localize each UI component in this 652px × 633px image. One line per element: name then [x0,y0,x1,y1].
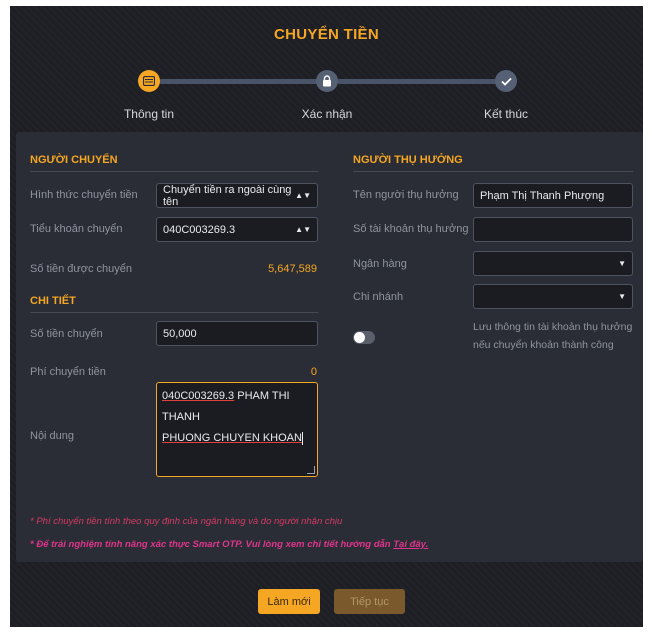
fee-value: 0 [310,366,317,378]
step-2-label: Xác nhận [301,107,353,121]
available-amount-label: Số tiền được chuyển [30,263,133,275]
transfer-form: NGƯỜI CHUYỂN Hình thức chuyển tiền Chuyể… [16,132,643,562]
beneficiary-name-value: Phạm Thị Thanh Phượng [480,189,605,202]
fee-note: * Phí chuyển tiền tính theo quy định của… [30,516,343,527]
page-title: CHUYỂN TIỀN [274,26,379,43]
step-3-label: Kết thúc [483,107,529,121]
bank-select[interactable]: ▼ [473,251,633,276]
step-2-indicator [316,70,338,92]
sender-heading: NGƯỜI CHUYỂN [30,154,318,172]
toggle-knob [354,332,365,343]
beneficiary-heading: NGƯỜI THỤ HƯỞNG [353,154,633,172]
text-cursor [301,431,303,445]
branch-select[interactable]: ▼ [473,284,633,309]
step-1-label: Thông tin [123,107,175,121]
branch-label: Chi nhánh [353,291,404,303]
select-arrows-icon: ▲▼ [295,225,311,234]
beneficiary-name-label: Tên người thụ hưởng [353,189,459,201]
step-3-indicator [495,70,517,92]
available-amount-value: 5,647,589 [268,263,317,275]
resize-handle-icon[interactable] [307,466,315,474]
select-arrows-icon: ▲▼ [295,191,311,200]
bank-label: Ngân hàng [353,258,407,270]
card-icon [143,76,155,86]
save-text-line-1: Lưu thông tin tài khoản thụ hưởng [473,321,633,333]
beneficiary-account-label: Số tài khoản thụ hưởng [353,223,469,235]
fee-label: Phí chuyển tiền [30,366,106,378]
save-text-line-2: nếu chuyển khoản thành công [473,339,614,351]
chevron-down-icon: ▼ [618,259,626,268]
save-beneficiary-toggle[interactable] [353,331,375,344]
sub-account-label: Tiểu khoản chuyển [30,223,123,235]
beneficiary-account-input[interactable] [473,217,633,242]
chevron-down-icon: ▼ [618,292,626,301]
transfer-window: CHUYỂN TIỀN Thông tin Xác nhận Kết thúc … [10,6,643,627]
continue-button[interactable]: Tiếp tục [334,589,405,614]
beneficiary-name-input[interactable]: Phạm Thị Thanh Phượng [473,183,633,208]
content-account-text: 040C003269.3 [162,390,235,402]
content-label: Nội dung [30,430,75,442]
content-line-2: PHUONG CHUYEN KHOAN [162,432,302,444]
otp-note: * Để trải nghiệm tính năng xác thực Smar… [30,539,428,550]
transfer-type-value: Chuyển tiền ra ngoài cùng tên [163,183,292,208]
content-textarea[interactable]: 040C003269.3 PHAM THI THANH PHUONG CHUYE… [156,382,318,477]
otp-note-text: * Để trải nghiệm tính năng xác thực Smar… [30,539,394,550]
sub-account-select[interactable]: 040C003269.3 ▲▼ [156,217,318,242]
step-1-indicator [138,70,160,92]
reset-button[interactable]: Làm mới [258,589,320,614]
step-connector [337,79,507,84]
step-connector [159,79,335,84]
amount-value: 50,000 [163,327,197,340]
amount-label: Số tiền chuyển [30,328,103,340]
transfer-type-label: Hình thức chuyển tiền [30,189,138,201]
check-icon [500,77,512,86]
save-beneficiary-text: Lưu thông tin tài khoản thụ hưởng nếu ch… [473,318,632,354]
transfer-type-select[interactable]: Chuyển tiền ra ngoài cùng tên ▲▼ [156,183,318,208]
otp-guide-link[interactable]: Tại đây. [393,539,428,550]
lock-icon [323,75,331,87]
amount-input[interactable]: 50,000 [156,321,318,346]
sub-account-value: 040C003269.3 [163,223,236,236]
detail-heading: CHI TIẾT [30,295,318,313]
